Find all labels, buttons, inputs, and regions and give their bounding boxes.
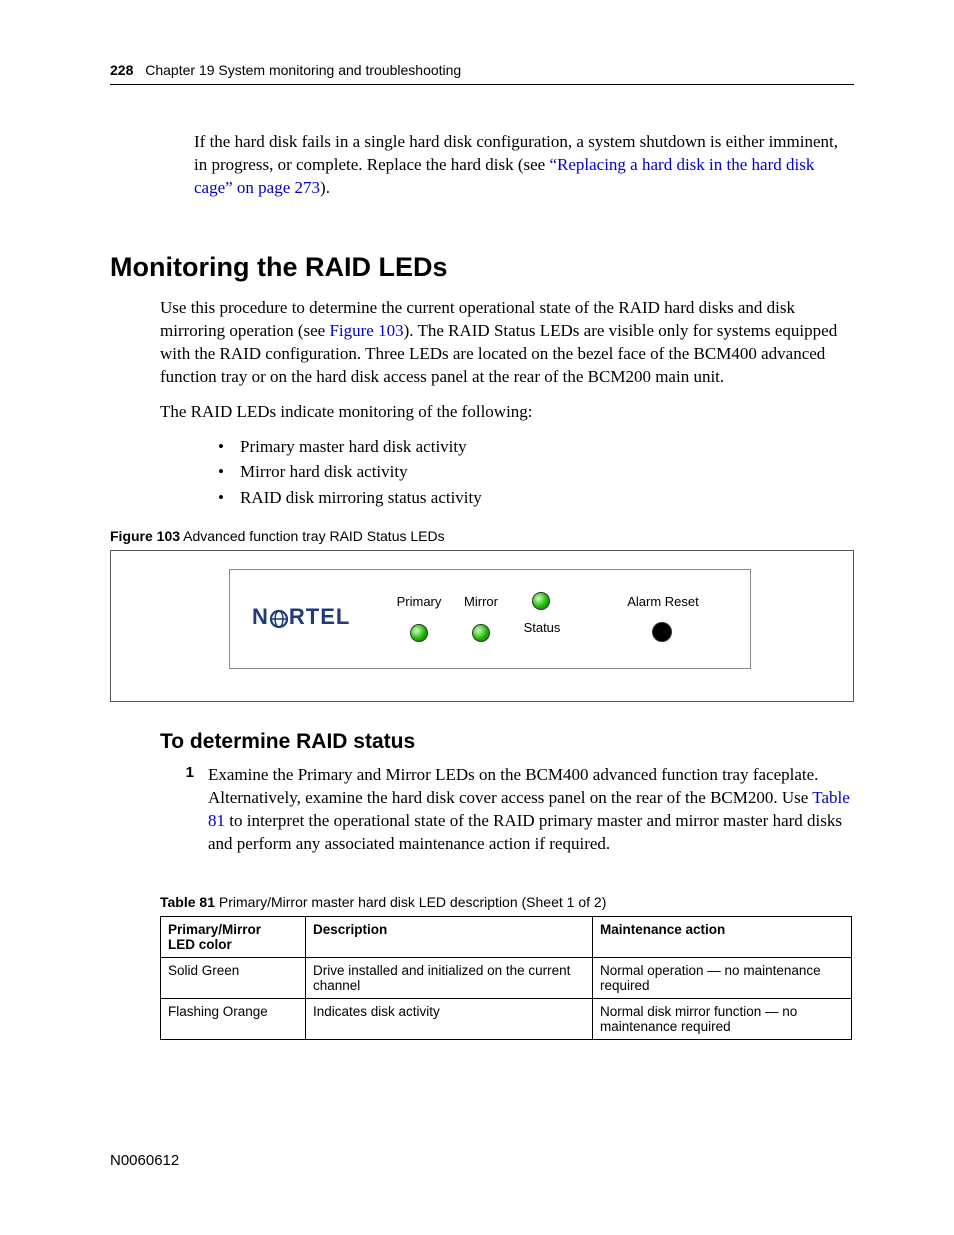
figure-caption-number: Figure 103 [110, 528, 180, 544]
section-paragraph-1: Use this procedure to determine the curr… [160, 297, 854, 389]
intro-paragraph: If the hard disk fails in a single hard … [194, 131, 854, 200]
nortel-logo: N RTEL [252, 604, 350, 630]
led-status-icon [532, 592, 550, 610]
logo-rtel: RTEL [289, 604, 350, 629]
led-label-status: Status [520, 620, 564, 635]
alarm-reset-button-icon [652, 622, 672, 642]
table-row: Flashing Orange Indicates disk activity … [161, 999, 852, 1040]
intro-text-after: ). [320, 178, 330, 197]
list-item: Primary master hard disk activity [218, 436, 854, 459]
led-mirror-icon [472, 624, 490, 642]
list-item: Mirror hard disk activity [218, 461, 854, 484]
cell-description: Indicates disk activity [306, 999, 593, 1040]
step-1: 1 Examine the Primary and Mirror LEDs on… [160, 764, 854, 856]
table-caption-text: Primary/Mirror master hard disk LED desc… [215, 894, 606, 910]
cell-led-color: Flashing Orange [161, 999, 306, 1040]
section-paragraph-2: The RAID LEDs indicate monitoring of the… [160, 401, 854, 424]
table-header-description: Description [306, 917, 593, 958]
figure-caption: Figure 103 Advanced function tray RAID S… [110, 528, 854, 544]
step1-after: to interpret the operational state of th… [208, 811, 842, 853]
table-caption-number: Table 81 [160, 894, 215, 910]
cell-maintenance: Normal operation — no maintenance requir… [593, 958, 852, 999]
th-line2: LED color [168, 937, 232, 952]
list-item: RAID disk mirroring status activity [218, 487, 854, 510]
page-number: 228 [110, 62, 133, 78]
section-heading: Monitoring the RAID LEDs [110, 252, 854, 283]
logo-n: N [252, 604, 269, 629]
table-header-row: Primary/Mirror LED color Description Mai… [161, 917, 852, 958]
table-header-maintenance: Maintenance action [593, 917, 852, 958]
figure-103: N RTEL Primary Mirror Status Alarm Reset [110, 550, 854, 702]
led-label-mirror: Mirror [458, 594, 504, 609]
cell-led-color: Solid Green [161, 958, 306, 999]
faceplate: N RTEL Primary Mirror Status Alarm Reset [229, 569, 751, 669]
step-number: 1 [160, 764, 208, 856]
led-label-alarm-reset: Alarm Reset [618, 594, 708, 609]
step-text: Examine the Primary and Mirror LEDs on t… [208, 764, 854, 856]
led-label-primary: Primary [392, 594, 446, 609]
bullet-list: Primary master hard disk activity Mirror… [110, 436, 854, 511]
document-id: N0060612 [110, 1152, 179, 1169]
globe-icon [269, 609, 289, 629]
cell-maintenance: Normal disk mirror function — no mainten… [593, 999, 852, 1040]
page-header: 228 Chapter 19 System monitoring and tro… [110, 62, 854, 85]
led-primary-icon [410, 624, 428, 642]
chapter-title: Chapter 19 System monitoring and trouble… [145, 62, 461, 78]
step1-before: Examine the Primary and Mirror LEDs on t… [208, 765, 818, 807]
th-line1: Primary/Mirror [168, 922, 261, 937]
link-figure-103[interactable]: Figure 103 [329, 321, 403, 340]
cell-description: Drive installed and initialized on the c… [306, 958, 593, 999]
table-row: Solid Green Drive installed and initiali… [161, 958, 852, 999]
figure-caption-text: Advanced function tray RAID Status LEDs [180, 528, 445, 544]
subsection-heading: To determine RAID status [160, 730, 854, 754]
table-caption: Table 81 Primary/Mirror master hard disk… [160, 894, 854, 910]
table-header-led-color: Primary/Mirror LED color [161, 917, 306, 958]
table-81: Primary/Mirror LED color Description Mai… [160, 916, 852, 1040]
